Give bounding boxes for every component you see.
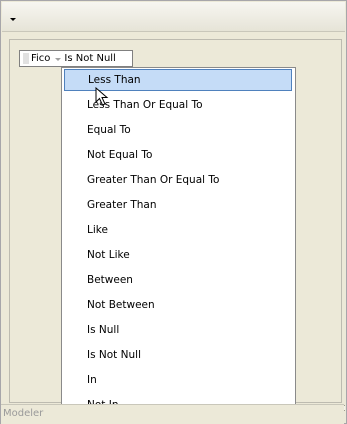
menu-item-is-null[interactable]: Is Null bbox=[64, 319, 292, 341]
grip-icon[interactable] bbox=[23, 53, 29, 64]
menu-item-greater-than-or-equal-to[interactable]: Greater Than Or Equal To bbox=[64, 169, 292, 191]
mouse-pointer-icon bbox=[95, 87, 109, 106]
filter-condition-chip[interactable]: Fico Is Not Null bbox=[19, 50, 133, 67]
bottom-tab-strip: Modeler bbox=[1, 404, 344, 424]
menu-item-greater-than[interactable]: Greater Than bbox=[64, 194, 292, 216]
chevron-down-icon[interactable] bbox=[55, 57, 62, 61]
tab-modeler[interactable]: Modeler bbox=[3, 408, 43, 419]
toolbar bbox=[2, 2, 345, 32]
operator-dropdown-menu: Less Than Less Than Or Equal To Equal To… bbox=[61, 67, 296, 424]
chevron-down-icon[interactable] bbox=[10, 18, 16, 21]
menu-item-not-equal-to[interactable]: Not Equal To bbox=[64, 144, 292, 166]
filter-operator[interactable]: Is Not Null bbox=[64, 53, 115, 64]
menu-item-in[interactable]: In bbox=[64, 369, 292, 391]
menu-item-like[interactable]: Like bbox=[64, 219, 292, 241]
menu-item-equal-to[interactable]: Equal To bbox=[64, 119, 292, 141]
menu-item-is-not-null[interactable]: Is Not Null bbox=[64, 344, 292, 366]
filter-field-name: Fico bbox=[31, 53, 51, 64]
menu-item-between[interactable]: Between bbox=[64, 269, 292, 291]
menu-item-not-between[interactable]: Not Between bbox=[64, 294, 292, 316]
menu-item-not-like[interactable]: Not Like bbox=[64, 244, 292, 266]
